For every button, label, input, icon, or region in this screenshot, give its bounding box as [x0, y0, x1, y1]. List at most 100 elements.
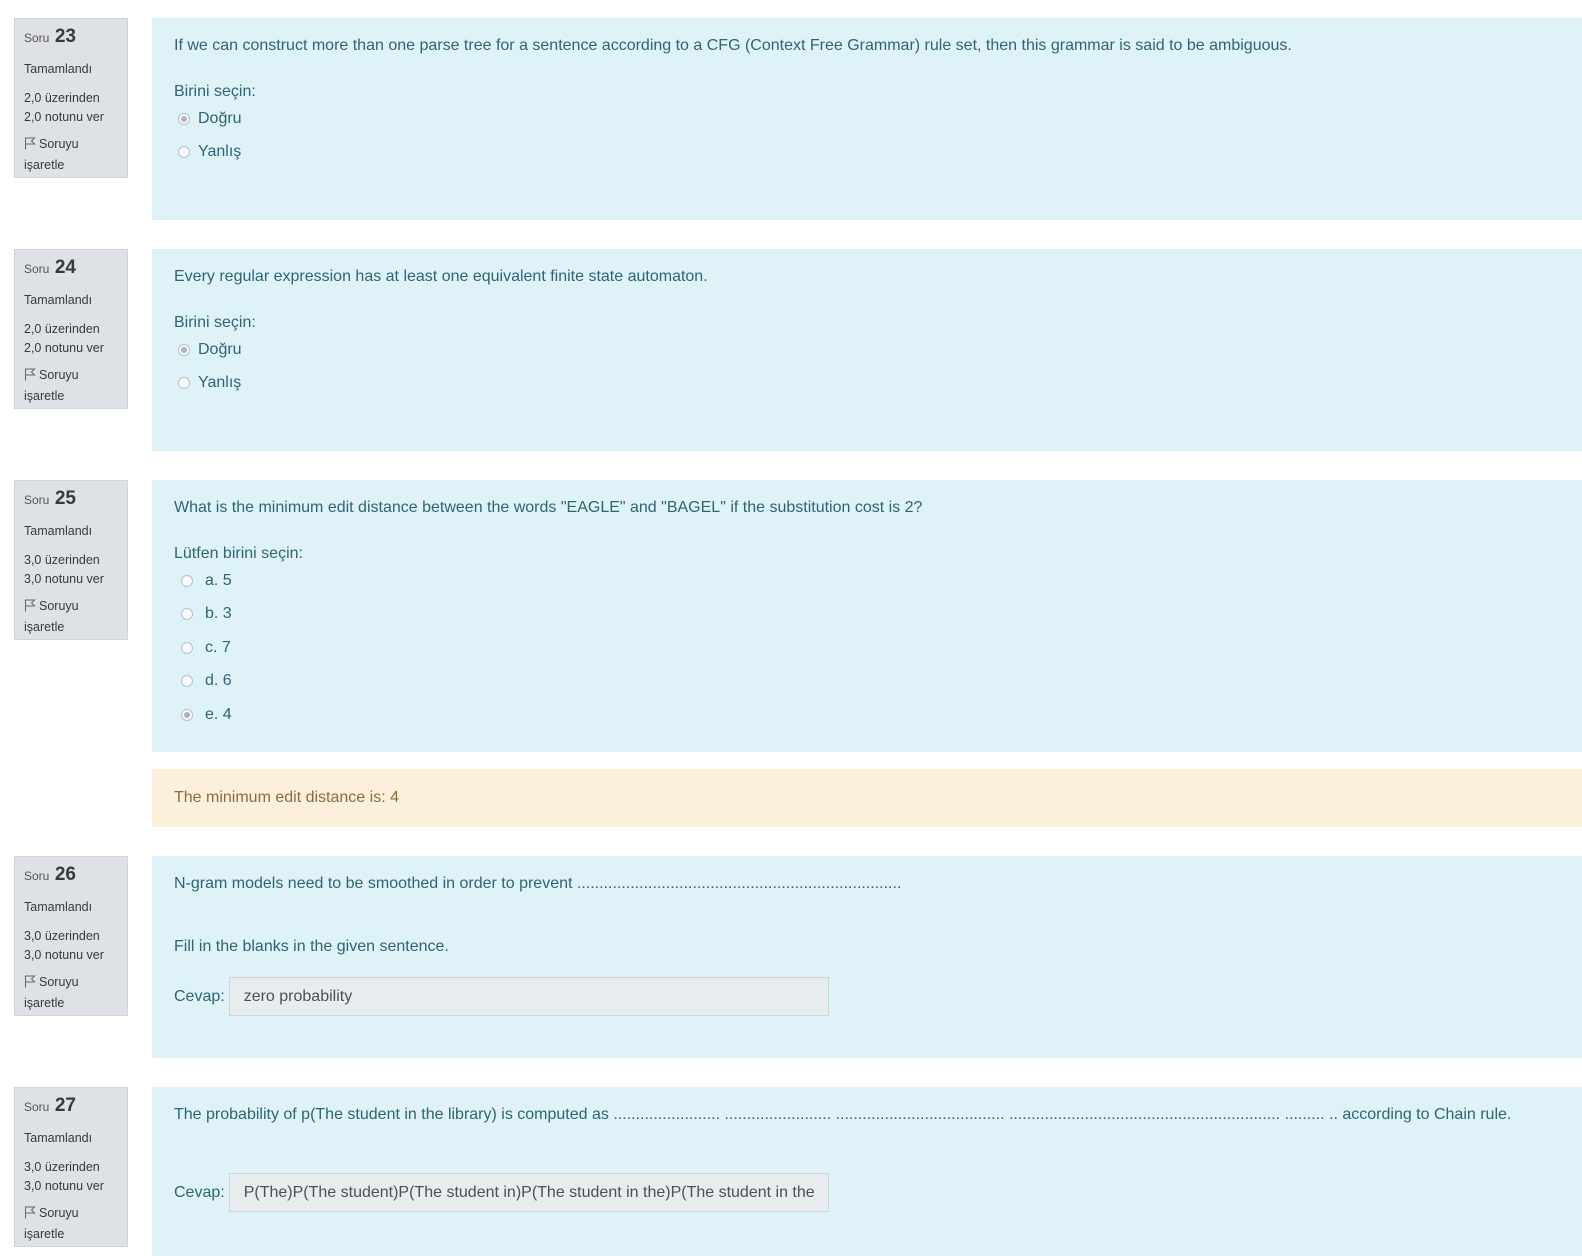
- grade-max: 3,0 üzerinden: [24, 1160, 100, 1174]
- question-content-23: If we can construct more than one parse …: [152, 18, 1582, 220]
- flag-icon: [24, 975, 36, 994]
- radio-button-selected[interactable]: [181, 708, 193, 721]
- question-info-24: Soru 24 Tamamlandı 2,0 üzerinden 2,0 not…: [14, 249, 128, 409]
- grade-value: 3,0 notunu ver: [24, 1179, 104, 1193]
- question-number-value: 23: [54, 26, 76, 47]
- answer-option-true[interactable]: Doğru: [174, 102, 1560, 136]
- question-state: Tamamlandı: [24, 524, 93, 538]
- flag-question-link[interactable]: Soruyu işaretle: [24, 597, 118, 637]
- answer-option-true[interactable]: Doğru: [174, 333, 1560, 367]
- grade-max: 3,0 üzerinden: [24, 553, 100, 567]
- flag-question-link[interactable]: Soruyu işaretle: [24, 973, 118, 1013]
- flag-label-1: Soruyu: [39, 137, 79, 151]
- flag-icon: [24, 368, 36, 387]
- question-text: What is the minimum edit distance betwee…: [174, 499, 923, 516]
- question-info-26: Soru 26 Tamamlandı 3,0 üzerinden 3,0 not…: [14, 856, 128, 1016]
- option-label: d. 6: [205, 672, 232, 690]
- flag-label-1: Soruyu: [39, 599, 79, 613]
- grade-max: 2,0 üzerinden: [24, 91, 100, 105]
- question-grade: 2,0 üzerinden 2,0 notunu ver: [24, 320, 118, 358]
- question-number-value: 25: [54, 488, 76, 509]
- option-label: a. 5: [205, 571, 232, 589]
- answer-prompt: Birini seçin:: [174, 314, 256, 331]
- question-text: If we can construct more than one parse …: [174, 37, 1292, 54]
- option-label: Doğru: [198, 340, 242, 358]
- question-info-25: Soru 25 Tamamlandı 3,0 üzerinden 3,0 not…: [14, 480, 128, 640]
- grade-max: 3,0 üzerinden: [24, 929, 100, 943]
- flag-label-2: işaretle: [24, 389, 65, 403]
- question-number-label: Soru: [24, 493, 50, 507]
- grade-value: 2,0 notunu ver: [24, 341, 104, 355]
- question-info-27: Soru 27 Tamamlandı 3,0 üzerinden 3,0 not…: [14, 1087, 128, 1247]
- answer-prompt: Lütfen birini seçin:: [174, 545, 303, 562]
- question-number: Soru 24: [24, 256, 118, 281]
- question-grade: 2,0 üzerinden 2,0 notunu ver: [24, 89, 118, 127]
- grade-value: 3,0 notunu ver: [24, 572, 104, 586]
- flag-label-2: işaretle: [24, 620, 65, 634]
- question-state: Tamamlandı: [24, 900, 93, 914]
- question-number: Soru 26: [24, 863, 118, 888]
- question-number-value: 27: [54, 1095, 76, 1116]
- radio-button-selected[interactable]: [178, 112, 190, 125]
- flag-question-link[interactable]: Soruyu işaretle: [24, 1204, 118, 1244]
- radio-button-selected[interactable]: [178, 343, 190, 356]
- answer-label: Cevap:: [174, 987, 225, 1005]
- answer-option-false[interactable]: Yanlış: [174, 367, 1560, 401]
- question-number-label: Soru: [24, 31, 50, 45]
- question-number-value: 24: [54, 257, 76, 278]
- answer-option-false[interactable]: Yanlış: [174, 136, 1560, 170]
- question-number: Soru 27: [24, 1094, 118, 1119]
- answer-option-c[interactable]: c. 7: [174, 631, 1560, 665]
- flag-question-link[interactable]: Soruyu işaretle: [24, 366, 118, 406]
- question-feedback: The minimum edit distance is: 4: [152, 769, 1582, 827]
- answer-option-d[interactable]: d. 6: [174, 665, 1560, 699]
- radio-button[interactable]: [178, 377, 190, 390]
- answer-prompt: Birini seçin:: [174, 83, 256, 100]
- option-label: Doğru: [198, 109, 242, 127]
- question-info-23: Soru 23 Tamamlandı 2,0 üzerinden 2,0 not…: [14, 18, 128, 178]
- question-text: N-gram models need to be smoothed in ord…: [174, 875, 902, 892]
- question-grade: 3,0 üzerinden 3,0 notunu ver: [24, 551, 118, 589]
- option-label: c. 7: [205, 638, 231, 656]
- question-state: Tamamlandı: [24, 62, 93, 76]
- question-grade: 3,0 üzerinden 3,0 notunu ver: [24, 927, 118, 965]
- flag-icon: [24, 599, 36, 618]
- feedback-text: The minimum edit distance is: 4: [174, 789, 399, 806]
- question-instruction: Fill in the blanks in the given sentence…: [174, 938, 449, 955]
- flag-label-1: Soruyu: [39, 1206, 79, 1220]
- question-number-label: Soru: [24, 869, 50, 883]
- option-label: Yanlış: [198, 143, 242, 161]
- question-number-label: Soru: [24, 262, 50, 276]
- question-content-25: What is the minimum edit distance betwee…: [152, 480, 1582, 752]
- question-number: Soru 23: [24, 25, 118, 50]
- option-label: b. 3: [205, 605, 232, 623]
- radio-button[interactable]: [181, 608, 193, 621]
- option-label: e. 4: [205, 705, 232, 723]
- flag-label-2: işaretle: [24, 996, 65, 1010]
- flag-label-1: Soruyu: [39, 368, 79, 382]
- answer-input[interactable]: zero probability: [228, 977, 829, 1016]
- question-text: Every regular expression has at least on…: [174, 268, 708, 285]
- question-number-value: 26: [54, 864, 76, 885]
- answer-option-b[interactable]: b. 3: [174, 598, 1560, 632]
- option-label: Yanlış: [198, 374, 242, 392]
- answer-option-e[interactable]: e. 4: [174, 698, 1560, 732]
- question-state: Tamamlandı: [24, 1131, 93, 1145]
- flag-question-link[interactable]: Soruyu işaretle: [24, 135, 118, 175]
- question-content-27: The probability of p(The student in the …: [152, 1087, 1582, 1256]
- radio-button[interactable]: [181, 675, 193, 688]
- question-content-26: N-gram models need to be smoothed in ord…: [152, 856, 1582, 1058]
- answer-option-a[interactable]: a. 5: [174, 564, 1560, 598]
- radio-button[interactable]: [178, 146, 190, 159]
- question-text: The probability of p(The student in the …: [174, 1106, 1512, 1123]
- flag-label-2: işaretle: [24, 1227, 65, 1241]
- answer-input[interactable]: P(The)P(The student)P(The student in)P(T…: [228, 1173, 829, 1212]
- question-content-24: Every regular expression has at least on…: [152, 249, 1582, 451]
- question-number: Soru 25: [24, 487, 118, 512]
- question-state: Tamamlandı: [24, 293, 93, 307]
- radio-button[interactable]: [181, 641, 193, 654]
- flag-label-1: Soruyu: [39, 975, 79, 989]
- radio-button[interactable]: [181, 574, 193, 587]
- flag-icon: [24, 137, 36, 156]
- answer-label: Cevap:: [174, 1183, 225, 1201]
